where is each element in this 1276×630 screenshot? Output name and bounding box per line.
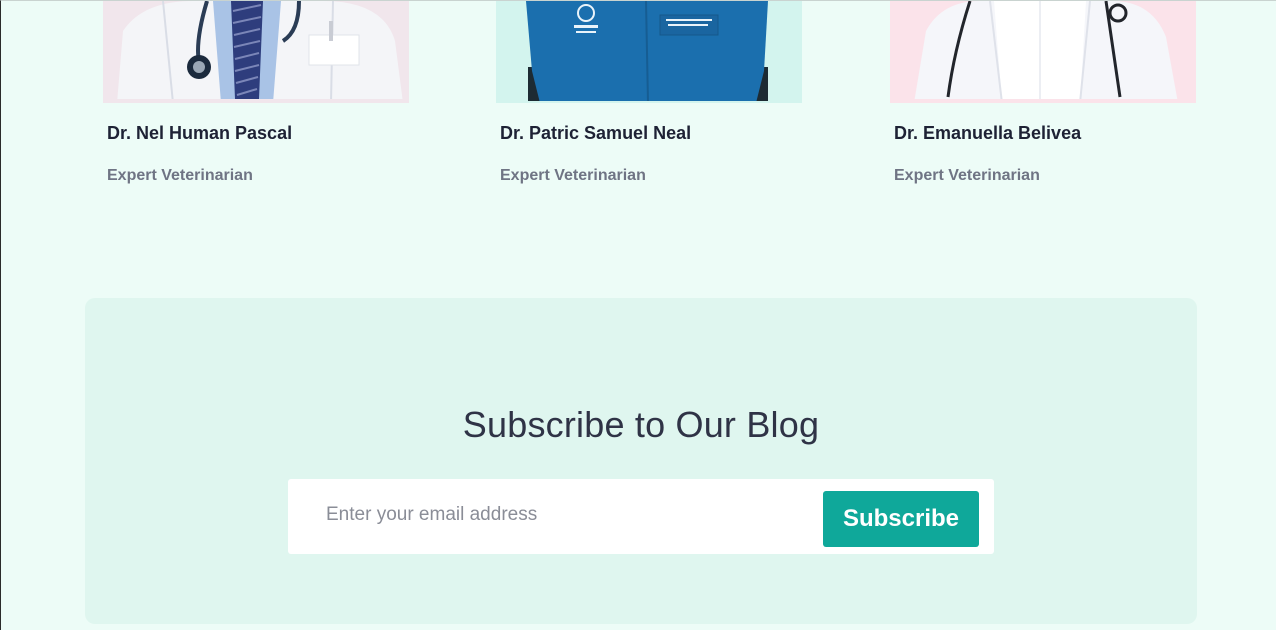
doctor-photo-image [890,1,1196,103]
doctor-card: Dr. Patric Samuel Neal Expert Veterinari… [496,1,802,184]
doctor-name: Dr. Patric Samuel Neal [500,123,692,143]
doctor-photo-image [496,1,802,103]
subscribe-form: Subscribe [288,479,994,554]
doctor-photo [890,1,1196,103]
doctor-role: Expert Veterinarian [894,167,1040,184]
doctor-photo [496,1,802,103]
doctor-name: Dr. Emanuella Belivea [894,123,1082,143]
doctor-role: Expert Veterinarian [500,167,646,184]
email-input[interactable] [326,497,806,533]
subscribe-title: Subscribe to Our Blog [462,404,820,445]
doctor-card: Dr. Nel Human Pascal Expert Veterinarian [103,1,409,184]
subscribe-button[interactable]: Subscribe [823,491,979,547]
doctor-card: Dr. Emanuella Belivea Expert Veterinaria… [890,1,1196,184]
doctor-photo-image [103,1,409,103]
subscribe-section: Subscribe to Our Blog Subscribe [85,298,1197,624]
doctor-name: Dr. Nel Human Pascal [107,123,293,143]
doctor-photo [103,1,409,103]
doctor-role: Expert Veterinarian [107,167,253,184]
